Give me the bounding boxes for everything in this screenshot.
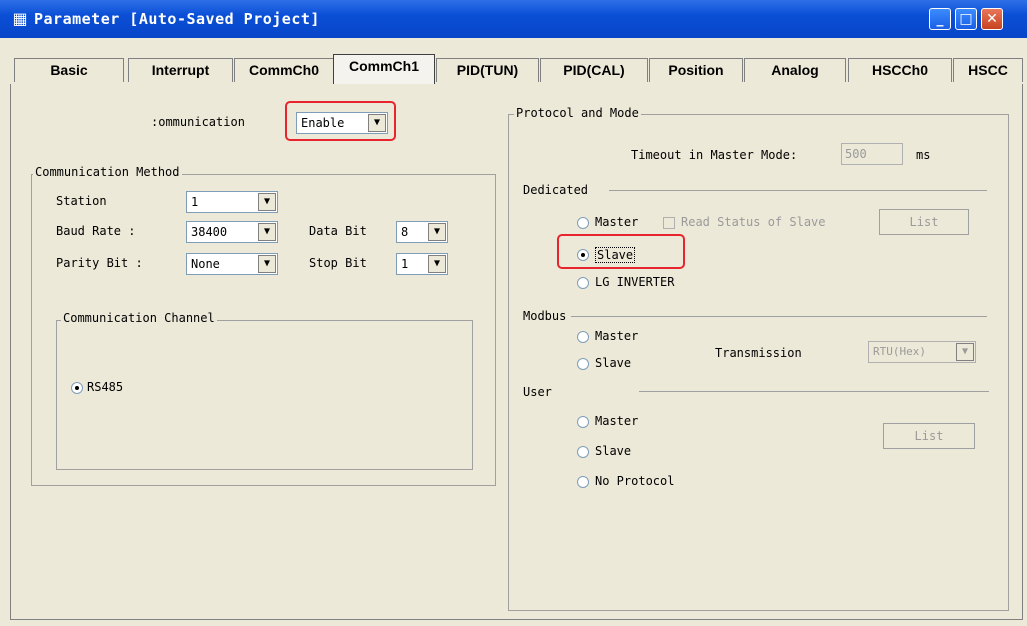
- data-bit-select[interactable]: 8 ▼: [396, 221, 448, 243]
- read-status-checkbox[interactable]: [663, 217, 675, 229]
- highlight-box: [285, 101, 396, 141]
- timeout-label: Timeout in Master Mode:: [631, 148, 798, 162]
- parameter-window: ▦ Parameter [Auto-Saved Project] _ □ ✕ B…: [0, 0, 1027, 626]
- stop-bit-value: 1: [401, 257, 409, 271]
- transmission-value: RTU(Hex): [873, 345, 926, 358]
- dedicated-divider: [609, 190, 987, 191]
- user-slave-label: Slave: [595, 444, 632, 458]
- tab-hscch0[interactable]: HSCCh0: [848, 58, 952, 82]
- close-button[interactable]: ✕: [981, 8, 1003, 30]
- user-master-radio[interactable]: [577, 416, 589, 428]
- stop-bit-select[interactable]: 1 ▼: [396, 253, 448, 275]
- dropdown-arrow-icon: ▼: [428, 255, 446, 273]
- highlight-box: [557, 234, 685, 269]
- station-select[interactable]: 1 ▼: [186, 191, 278, 213]
- lg-inverter-label: LG INVERTER: [595, 275, 675, 289]
- window-title: Parameter [Auto-Saved Project]: [34, 10, 320, 28]
- tab-pid-tun[interactable]: PID(TUN): [436, 58, 539, 82]
- tab-pid-cal[interactable]: PID(CAL): [540, 58, 648, 82]
- communication-method-title: Communication Method: [33, 165, 182, 179]
- user-slave-radio[interactable]: [577, 446, 589, 458]
- tab-interrupt[interactable]: Interrupt: [128, 58, 233, 82]
- baud-rate-value: 38400: [191, 225, 228, 239]
- user-list-button[interactable]: List: [883, 423, 975, 449]
- protocol-mode-title: Protocol and Mode: [514, 106, 641, 120]
- grid-icon: ▦: [12, 9, 28, 28]
- modbus-master-radio[interactable]: [577, 331, 589, 343]
- user-master-label: Master: [595, 414, 639, 428]
- maximize-button[interactable]: □: [955, 8, 977, 30]
- data-bit-value: 8: [401, 225, 409, 239]
- tab-bar: Basic Interrupt CommCh0 CommCh1 PID(TUN)…: [8, 48, 1027, 84]
- communication-channel-title: Communication Channel: [61, 311, 217, 325]
- modbus-slave-radio[interactable]: [577, 358, 589, 370]
- station-value: 1: [191, 195, 199, 209]
- rs485-label: RS485: [87, 380, 124, 394]
- tab-commch1[interactable]: CommCh1: [333, 54, 435, 84]
- baud-rate-select[interactable]: 38400 ▼: [186, 221, 278, 243]
- lg-inverter-radio[interactable]: [577, 277, 589, 289]
- dedicated-list-button[interactable]: List: [879, 209, 969, 235]
- commch1-page: :ommunication Enable ▼ Communication Met…: [10, 84, 1023, 620]
- parity-bit-label: Parity Bit :: [56, 256, 143, 270]
- data-bit-label: Data Bit: [309, 224, 367, 238]
- communication-channel-group: [56, 320, 473, 470]
- transmission-label: Transmission: [715, 346, 802, 360]
- modbus-divider: [571, 316, 987, 317]
- modbus-title: Modbus: [523, 309, 567, 323]
- dedicated-master-radio[interactable]: [577, 217, 589, 229]
- read-status-label: Read Status of Slave: [681, 215, 826, 229]
- stop-bit-label: Stop Bit: [309, 256, 367, 270]
- tab-commch0[interactable]: CommCh0: [234, 58, 334, 82]
- station-label: Station: [56, 194, 107, 208]
- modbus-master-label: Master: [595, 329, 639, 343]
- tab-position[interactable]: Position: [649, 58, 743, 82]
- user-title: User: [523, 385, 552, 399]
- rs485-radio[interactable]: [71, 382, 83, 394]
- dropdown-arrow-icon: ▼: [428, 223, 446, 241]
- dropdown-arrow-icon: ▼: [258, 255, 276, 273]
- transmission-select[interactable]: RTU(Hex) ▼: [868, 341, 976, 363]
- dropdown-arrow-icon: ▼: [258, 223, 276, 241]
- tab-basic[interactable]: Basic: [14, 58, 124, 82]
- minimize-button[interactable]: _: [929, 8, 951, 30]
- modbus-slave-label: Slave: [595, 356, 632, 370]
- parity-bit-value: None: [191, 257, 220, 271]
- tab-analog[interactable]: Analog: [744, 58, 846, 82]
- timeout-unit: ms: [916, 148, 931, 162]
- user-divider: [639, 391, 989, 392]
- tab-hscc[interactable]: HSCC: [953, 58, 1023, 82]
- baud-rate-label: Baud Rate :: [56, 224, 136, 238]
- parity-bit-select[interactable]: None ▼: [186, 253, 278, 275]
- no-protocol-label: No Protocol: [595, 474, 675, 488]
- timeout-input[interactable]: 500: [841, 143, 903, 165]
- title-bar[interactable]: ▦ Parameter [Auto-Saved Project] _ □ ✕: [0, 0, 1027, 38]
- dropdown-arrow-icon: ▼: [258, 193, 276, 211]
- dedicated-title: Dedicated: [523, 183, 589, 197]
- dropdown-arrow-icon: ▼: [956, 343, 974, 361]
- dedicated-master-label: Master: [595, 215, 639, 229]
- no-protocol-radio[interactable]: [577, 476, 589, 488]
- communication-label: :ommunication: [151, 115, 245, 129]
